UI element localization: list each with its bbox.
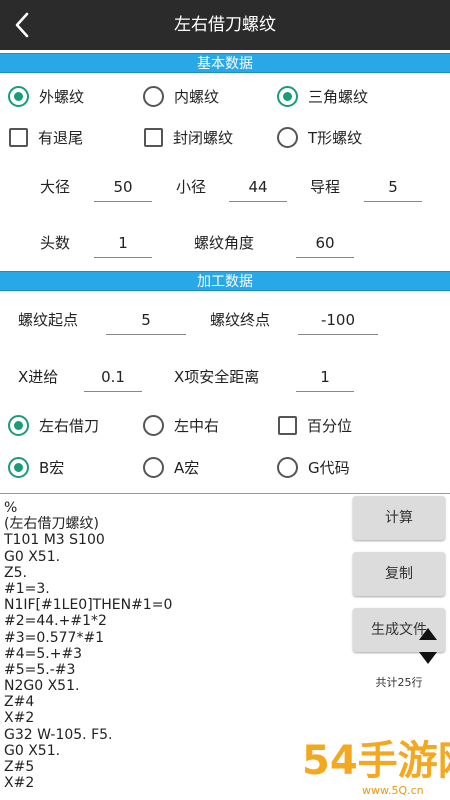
checkbox-closed-thread[interactable]: 封闭螺纹 bbox=[144, 122, 233, 152]
radio-icon bbox=[277, 85, 298, 107]
checkbox-icon bbox=[278, 415, 297, 435]
checkbox-percentile[interactable]: 百分位 bbox=[278, 410, 352, 440]
radio-t-thread[interactable]: T形螺纹 bbox=[277, 122, 362, 152]
code-line: X#2 bbox=[4, 710, 35, 727]
radio-icon bbox=[143, 456, 164, 478]
code-line: #2=44.+#1*2 bbox=[4, 613, 107, 630]
section-header-process: 加工数据 bbox=[0, 271, 450, 291]
thread-options-row: 有退尾 封闭螺纹 T形螺纹 bbox=[0, 118, 450, 158]
code-line: X#2 bbox=[4, 775, 35, 792]
code-line: Z#4 bbox=[4, 694, 35, 711]
code-line: #3=0.577*#1 bbox=[4, 629, 105, 646]
code-line: Z#5 bbox=[4, 759, 35, 775]
label-starts: 头数 bbox=[40, 234, 71, 252]
code-line: #4=5.+#3 bbox=[4, 645, 83, 662]
scroll-down-icon[interactable] bbox=[418, 651, 438, 665]
code-line: (左右借刀螺纹) bbox=[4, 516, 99, 533]
radio-icon bbox=[8, 456, 29, 478]
label-minor-diameter: 小径 bbox=[176, 178, 207, 196]
radio-b-macro[interactable]: B宏 bbox=[8, 452, 64, 482]
checkbox-icon bbox=[9, 127, 28, 147]
label-thread-end: 螺纹终点 bbox=[210, 311, 271, 329]
code-line: T101 M3 S100 bbox=[4, 532, 105, 549]
page-title: 左右借刀螺纹 bbox=[174, 15, 276, 35]
radio-internal-thread[interactable]: 内螺纹 bbox=[143, 81, 219, 111]
section-header-basic: 基本数据 bbox=[0, 53, 450, 73]
label-lead: 导程 bbox=[310, 178, 341, 196]
x-feed-input[interactable] bbox=[84, 362, 142, 392]
radio-icon bbox=[8, 85, 29, 107]
starts-input[interactable] bbox=[94, 228, 152, 258]
calculate-button[interactable]: 计算 bbox=[353, 496, 445, 540]
divider bbox=[0, 493, 450, 494]
thread-type-row: 外螺纹 内螺纹 三角螺纹 bbox=[0, 76, 450, 116]
code-line: G0 X51. bbox=[4, 548, 61, 565]
label-thread-angle: 螺纹角度 bbox=[194, 234, 255, 252]
radio-icon bbox=[143, 85, 164, 107]
cut-mode-row: 左右借刀 左中右 百分位 bbox=[0, 405, 450, 445]
radio-a-macro[interactable]: A宏 bbox=[143, 452, 199, 482]
label-x-feed: X进给 bbox=[18, 368, 59, 386]
lead-input[interactable] bbox=[364, 172, 422, 202]
watermark-url: www.5Q.cn bbox=[362, 784, 424, 797]
checkbox-runout[interactable]: 有退尾 bbox=[9, 122, 83, 152]
label-x-safe-distance: X项安全距离 bbox=[174, 368, 260, 386]
line-count: 共计25行 bbox=[375, 676, 423, 689]
code-output[interactable]: % (左右借刀螺纹) T101 M3 S100 G0 X51. Z5. #1=3. N1IF… bbox=[4, 500, 344, 800]
checkbox-icon bbox=[144, 127, 163, 147]
watermark-logo: 54手游网 www.5Q.cn bbox=[301, 737, 450, 797]
radio-left-right[interactable]: 左右借刀 bbox=[8, 410, 99, 440]
code-type-row: B宏 A宏 G代码 bbox=[0, 447, 450, 487]
x-safe-distance-input[interactable] bbox=[296, 362, 354, 392]
radio-icon bbox=[277, 456, 298, 478]
code-line: G0 X51. bbox=[4, 742, 61, 759]
code-line: Z5. bbox=[4, 564, 27, 581]
radio-external-thread[interactable]: 外螺纹 bbox=[8, 81, 84, 111]
scroll-up-icon[interactable] bbox=[418, 627, 438, 641]
radio-triangle-thread[interactable]: 三角螺纹 bbox=[277, 81, 368, 111]
thread-start-input[interactable] bbox=[106, 305, 186, 335]
code-line: #1=3. bbox=[4, 580, 50, 597]
radio-icon bbox=[143, 414, 164, 436]
major-diameter-input[interactable] bbox=[94, 172, 152, 202]
minor-diameter-input[interactable] bbox=[229, 172, 287, 202]
thread-angle-input[interactable] bbox=[296, 228, 354, 258]
watermark-text: 54手游网 bbox=[302, 738, 450, 784]
thread-end-input[interactable] bbox=[298, 305, 378, 335]
code-line: G32 W-105. F5. bbox=[4, 726, 113, 743]
copy-button[interactable]: 复制 bbox=[353, 552, 445, 596]
code-line: N2G0 X51. bbox=[4, 678, 80, 695]
code-line: #5=5.-#3 bbox=[4, 661, 76, 678]
code-line: N1IF[#1LE0]THEN#1=0 bbox=[4, 597, 173, 614]
code-line: % bbox=[4, 500, 18, 516]
radio-g-code[interactable]: G代码 bbox=[277, 452, 350, 482]
top-bar: 左右借刀螺纹 bbox=[0, 0, 450, 50]
radio-left-center-right[interactable]: 左中右 bbox=[143, 410, 219, 440]
label-major-diameter: 大径 bbox=[40, 178, 71, 196]
radio-icon bbox=[8, 414, 29, 436]
radio-icon bbox=[277, 126, 298, 148]
label-thread-start: 螺纹起点 bbox=[18, 311, 79, 329]
